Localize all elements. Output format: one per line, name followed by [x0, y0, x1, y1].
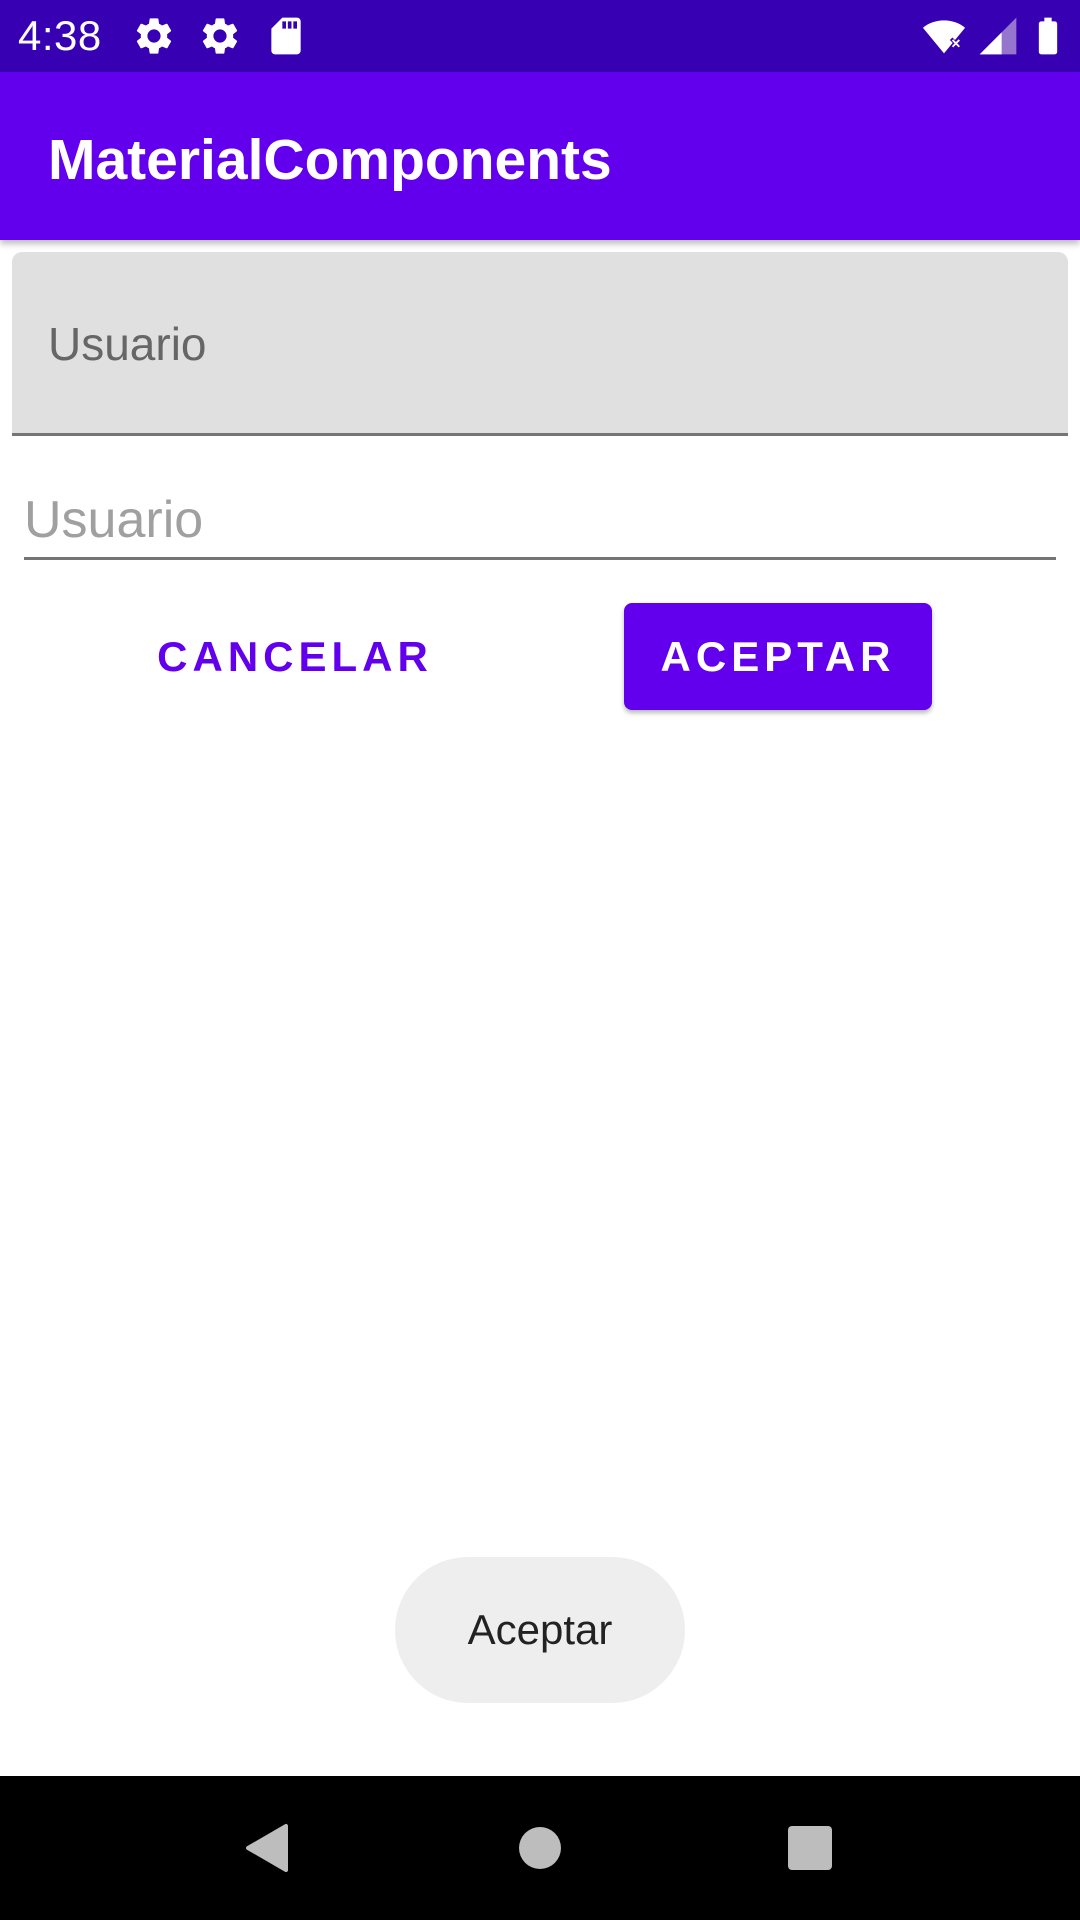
usuario-filled-label: Usuario [48, 318, 207, 370]
wifi-icon [922, 20, 966, 54]
sd-card-icon [271, 17, 301, 55]
usuario-filled-field[interactable]: Usuario [12, 252, 1068, 436]
cancel-button[interactable]: CANCELAR [140, 602, 450, 712]
back-icon[interactable] [218, 1798, 318, 1898]
usuario-input[interactable] [24, 488, 1056, 552]
usuario-field[interactable] [24, 480, 1056, 560]
toast-message: Aceptar [395, 1557, 685, 1703]
app-bar: MaterialComponents [0, 72, 1080, 240]
status-bar: 4:38 [0, 0, 1080, 72]
signal-icon [979, 17, 1017, 55]
home-icon[interactable] [490, 1798, 590, 1898]
recents-icon[interactable] [760, 1798, 860, 1898]
screen: 4:38 MaterialComponents Usuario Usuario … [0, 0, 1080, 1920]
settings-icon [202, 18, 238, 54]
app-title: MaterialComponents [48, 128, 612, 192]
settings-icon [136, 18, 172, 54]
battery-icon [1038, 17, 1058, 55]
status-time: 4:38 [18, 12, 102, 59]
accept-button[interactable]: ACEPTAR [624, 603, 932, 710]
navigation-bar [0, 1776, 1080, 1920]
